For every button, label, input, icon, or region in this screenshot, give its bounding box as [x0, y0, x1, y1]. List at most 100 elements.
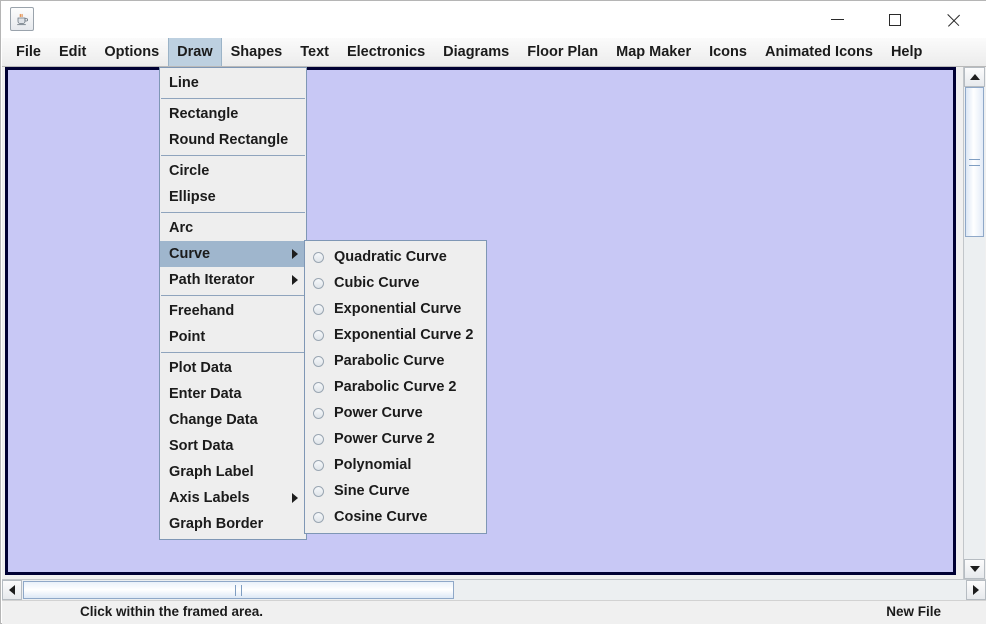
- radio-button-icon[interactable]: [313, 381, 324, 393]
- maximize-button[interactable]: [872, 1, 918, 38]
- curve-option-label: Parabolic Curve: [334, 353, 445, 369]
- minimize-icon: [830, 19, 844, 20]
- curve-option-label: Cosine Curve: [334, 509, 428, 525]
- curve-option-cosine-curve[interactable]: Cosine Curve: [305, 504, 486, 530]
- menu-item-arc[interactable]: Arc: [160, 215, 306, 241]
- radio-button-icon[interactable]: [313, 433, 324, 445]
- menu-item-label: Ellipse: [169, 189, 216, 205]
- menu-item-rectangle[interactable]: Rectangle: [160, 101, 306, 127]
- menu-item-label: Point: [169, 329, 206, 345]
- menu-item-point[interactable]: Point: [160, 324, 306, 350]
- scroll-right-button[interactable]: [966, 580, 986, 600]
- curve-option-parabolic-curve-2[interactable]: Parabolic Curve 2: [305, 374, 486, 400]
- menu-item-curve[interactable]: Curve: [160, 241, 306, 267]
- radio-button-icon[interactable]: [313, 485, 324, 497]
- menubar-item-icons[interactable]: Icons: [700, 38, 756, 66]
- scroll-down-icon: [969, 566, 980, 572]
- submenu-arrow-icon: [292, 275, 298, 285]
- menu-item-label: Round Rectangle: [169, 132, 289, 148]
- menu-item-axis-labels[interactable]: Axis Labels: [160, 485, 306, 511]
- menu-item-sort-data[interactable]: Sort Data: [160, 433, 306, 459]
- maximize-icon: [889, 13, 901, 26]
- menu-item-ellipse[interactable]: Ellipse: [160, 184, 306, 210]
- menubar-item-label: Text: [300, 44, 329, 60]
- menubar-item-label: Edit: [58, 44, 87, 60]
- menubar-item-electronics[interactable]: Electronics: [338, 38, 434, 66]
- menubar-item-label: Draw: [177, 44, 213, 60]
- curve-option-quadratic-curve[interactable]: Quadratic Curve: [305, 244, 486, 270]
- menubar-item-label: Floor Plan: [527, 44, 599, 60]
- menubar-item-help[interactable]: Help: [882, 38, 931, 66]
- curve-option-sine-curve[interactable]: Sine Curve: [305, 478, 486, 504]
- menubar-item-text[interactable]: Text: [291, 38, 338, 66]
- radio-button-icon[interactable]: [313, 407, 324, 419]
- horizontal-scrollbar-thumb[interactable]: [23, 581, 454, 599]
- curve-option-exponential-curve-2[interactable]: Exponential Curve 2: [305, 322, 486, 348]
- draw-dropdown-menu: Line Rectangle Round Rectangle Circle Ellips…: [159, 67, 307, 540]
- java-coffee-cup-icon: [10, 7, 34, 31]
- vertical-scrollbar-thumb[interactable]: [965, 87, 984, 237]
- menu-item-circle[interactable]: Circle: [160, 158, 306, 184]
- menubar-item-file[interactable]: File: [7, 38, 50, 66]
- menu-item-label: Change Data: [169, 412, 258, 428]
- radio-button-icon[interactable]: [313, 303, 324, 315]
- radio-button-icon[interactable]: [313, 459, 324, 471]
- menu-item-label: Rectangle: [169, 106, 239, 122]
- close-button[interactable]: [931, 1, 977, 38]
- menubar-item-label: Animated Icons: [764, 44, 873, 60]
- menu-item-label: Curve: [169, 246, 211, 262]
- menu-item-path-iterator[interactable]: Path Iterator: [160, 267, 306, 293]
- menu-item-enter-data[interactable]: Enter Data: [160, 381, 306, 407]
- vertical-scrollbar[interactable]: [963, 67, 985, 579]
- scroll-up-button[interactable]: [964, 67, 985, 87]
- menu-item-round-rectangle[interactable]: Round Rectangle: [160, 127, 306, 153]
- scroll-left-button[interactable]: [2, 580, 22, 600]
- menu-item-line[interactable]: Line: [160, 70, 306, 96]
- curve-option-polynomial[interactable]: Polynomial: [305, 452, 486, 478]
- status-file-name: New File: [886, 604, 941, 619]
- minimize-button[interactable]: [814, 1, 860, 38]
- scroll-left-icon: [9, 585, 15, 595]
- curve-option-label: Power Curve 2: [334, 431, 435, 447]
- menubar-item-draw[interactable]: Draw: [168, 38, 222, 66]
- menu-item-label: Graph Border: [169, 516, 264, 532]
- menu-item-freehand[interactable]: Freehand: [160, 298, 306, 324]
- menu-item-graph-label[interactable]: Graph Label: [160, 459, 306, 485]
- menubar-item-animated-icons[interactable]: Animated Icons: [756, 38, 882, 66]
- menu-bar: File Edit Options Draw Shapes Text Electronics…: [2, 38, 986, 67]
- radio-button-icon[interactable]: [313, 355, 324, 367]
- scroll-right-icon: [973, 585, 979, 595]
- radio-button-icon[interactable]: [313, 251, 324, 263]
- title-bar: [1, 1, 986, 38]
- menu-separator: [161, 212, 305, 213]
- scrollbar-grip-icon: [235, 584, 242, 596]
- menu-item-label: Graph Label: [169, 464, 254, 480]
- curve-option-cubic-curve[interactable]: Cubic Curve: [305, 270, 486, 296]
- horizontal-scrollbar[interactable]: [2, 579, 986, 600]
- curve-option-label: Exponential Curve: [334, 301, 462, 317]
- menu-separator: [161, 98, 305, 99]
- curve-option-power-curve[interactable]: Power Curve: [305, 400, 486, 426]
- menubar-item-options[interactable]: Options: [95, 38, 168, 66]
- radio-button-icon[interactable]: [313, 277, 324, 289]
- menubar-item-edit[interactable]: Edit: [50, 38, 95, 66]
- menu-item-plot-data[interactable]: Plot Data: [160, 355, 306, 381]
- menubar-item-shapes[interactable]: Shapes: [222, 38, 292, 66]
- menubar-item-floor-plan[interactable]: Floor Plan: [518, 38, 607, 66]
- menubar-item-label: File: [16, 44, 41, 60]
- curve-option-exponential-curve[interactable]: Exponential Curve: [305, 296, 486, 322]
- scroll-up-icon: [969, 74, 980, 80]
- menu-item-graph-border[interactable]: Graph Border: [160, 511, 306, 537]
- radio-button-icon[interactable]: [313, 329, 324, 341]
- radio-button-icon[interactable]: [313, 511, 324, 523]
- menubar-item-map-maker[interactable]: Map Maker: [607, 38, 700, 66]
- curve-option-parabolic-curve[interactable]: Parabolic Curve: [305, 348, 486, 374]
- menubar-item-label: Diagrams: [443, 44, 510, 60]
- menubar-item-label: Icons: [709, 44, 747, 60]
- submenu-arrow-icon: [292, 493, 298, 503]
- scroll-down-button[interactable]: [964, 559, 985, 579]
- menubar-item-diagrams[interactable]: Diagrams: [434, 38, 518, 66]
- submenu-arrow-icon: [292, 249, 298, 259]
- curve-option-power-curve-2[interactable]: Power Curve 2: [305, 426, 486, 452]
- menu-item-change-data[interactable]: Change Data: [160, 407, 306, 433]
